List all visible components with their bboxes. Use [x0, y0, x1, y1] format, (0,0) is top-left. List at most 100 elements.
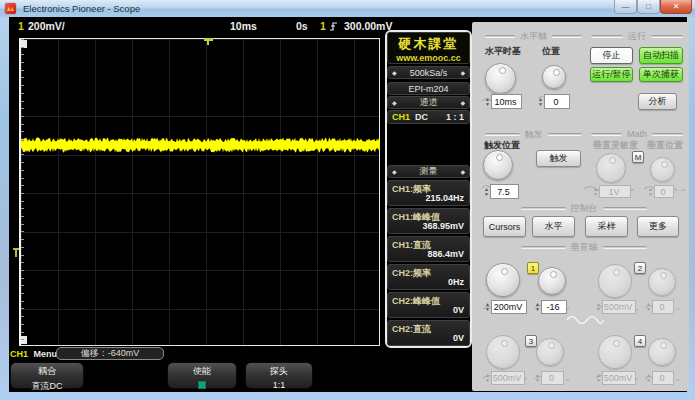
trigger-button[interactable]: 触发: [536, 150, 581, 167]
trigger-position-spinner[interactable]: ▲▼ 7.5: [483, 184, 519, 199]
timebase-spinner[interactable]: ▲▼ 10ms: [484, 94, 522, 109]
enable-button[interactable]: 使能: [167, 362, 237, 389]
measurement-label: CH2:直流: [392, 323, 431, 336]
ch4-position-value: 0: [652, 371, 674, 385]
enable-indicator-icon: [198, 381, 206, 389]
ch1-badge[interactable]: 1: [527, 262, 539, 274]
ch4-badge[interactable]: 4: [634, 335, 646, 347]
stop-button[interactable]: 停止: [590, 47, 633, 64]
ch2-scale-spinner[interactable]: ▲▼ 500mV: [595, 300, 636, 314]
math-sensitivity-knob[interactable]: [596, 153, 626, 183]
trigger-source-number: 1: [320, 20, 326, 32]
coupling-button[interactable]: 耦合 直流DC: [10, 362, 84, 389]
channel-status-row[interactable]: CH1 DC 1 : 1: [387, 110, 470, 124]
ch1-scale-spinner[interactable]: ▲▼ 200mV: [484, 300, 527, 314]
trigger-position-marker[interactable]: [204, 38, 213, 41]
next-channel-icon[interactable]: ◆: [460, 99, 465, 106]
minimize-button[interactable]: —: [614, 0, 637, 14]
ch2-scale-knob[interactable]: [598, 264, 632, 298]
math-position-spinner[interactable]: ▲▼ 0: [647, 185, 674, 198]
horizontal-button[interactable]: 水平: [532, 216, 575, 237]
measurement-ch1-vpp: CH1:峰峰值 368.95mV: [387, 208, 470, 234]
run-pause-button[interactable]: 运行/暂停: [590, 67, 633, 82]
increase-rate-icon[interactable]: ◆: [460, 69, 465, 76]
h-position-spinner[interactable]: ▲▼ 0: [537, 94, 570, 109]
measure-right-icon[interactable]: ◆: [460, 168, 465, 175]
menu-label: Menu: [34, 349, 58, 359]
trigger-position-knob[interactable]: [483, 150, 513, 180]
timebase-readout: 10ms: [230, 20, 257, 32]
ch2-position-knob[interactable]: [648, 268, 676, 296]
math-badge: M: [632, 151, 644, 163]
measurement-ch1-freq: CH1:频率 215.04Hz: [387, 180, 470, 206]
timebase-knob[interactable]: [485, 63, 516, 94]
sample-rate-row[interactable]: ◆ 500kSa/s ◆: [387, 66, 470, 79]
ch1-position-knob[interactable]: [538, 267, 566, 295]
h-position-knob[interactable]: [542, 65, 566, 89]
math-position-value: 0: [654, 185, 674, 198]
maximize-button[interactable]: □: [637, 0, 660, 14]
channel-header-label: 通道: [420, 96, 438, 109]
ch3-position-knob[interactable]: [536, 338, 564, 366]
title-bar[interactable]: Electronics Pioneer - Scope — □ ✕: [0, 0, 695, 17]
ch4-position-spinner[interactable]: ▲▼ 0: [645, 371, 674, 385]
ch1-scale-knob[interactable]: [486, 263, 520, 297]
sample-button[interactable]: 采样: [585, 216, 628, 237]
probe-button[interactable]: 探头 1:1: [245, 362, 313, 389]
ch1-offset-marker[interactable]: [13, 248, 19, 250]
measurement-ch2-dc: CH2:直流 0V: [387, 320, 470, 346]
ch3-scale-knob[interactable]: [486, 335, 520, 369]
ch1-position-value: -16: [541, 300, 567, 314]
math-sensitivity-spinner[interactable]: ▲▼ 1V: [592, 185, 631, 198]
ch3-position-value: 0: [541, 371, 564, 385]
math-sensitivity-label: 垂直灵敏度: [593, 139, 638, 152]
measurement-ch2-vpp: CH2:峰峰值 0V: [387, 292, 470, 318]
ch1-scale-value: 200mV: [491, 300, 527, 314]
app-logo-icon: [5, 3, 16, 14]
ch3-badge[interactable]: 3: [525, 335, 537, 347]
math-section-header: Math: [591, 130, 683, 138]
scope-display[interactable]: [19, 38, 380, 346]
ch2-badge[interactable]: 2: [634, 262, 646, 274]
ch3-scale-spinner[interactable]: ▲▼ 500mV: [484, 371, 525, 385]
channel-coupling: DC: [415, 112, 428, 122]
measurement-label: CH1:直流: [392, 239, 431, 252]
measure-left-icon[interactable]: ◆: [392, 168, 397, 175]
main-client-area: 1 200mV/ 10ms 0s 1 300.00mV 硬木課堂 www.emo…: [9, 17, 687, 392]
probe-value: 1:1: [246, 380, 312, 390]
sample-rate-value: 500kSa/s: [410, 68, 448, 78]
channel-header-row[interactable]: ◆ 通道 ◆: [387, 96, 470, 109]
ch2-position-spinner[interactable]: ▲▼ 0: [645, 300, 674, 314]
measurement-value: 886.4mV: [427, 249, 464, 259]
auto-scan-button[interactable]: 自动扫描: [639, 47, 683, 64]
close-button[interactable]: ✕: [660, 0, 692, 14]
brand-logo: 硬木課堂 www.emooc.cc: [387, 32, 470, 64]
prev-channel-icon[interactable]: ◆: [392, 99, 397, 106]
channel-probe-ratio: 1 : 1: [446, 112, 464, 122]
probe-label: 探头: [246, 365, 312, 378]
scope-sidebar: 硬木課堂 www.emooc.cc ◆ 500kSa/s ◆ EPI-m204 …: [385, 30, 472, 348]
ch1-number: 1: [18, 20, 24, 32]
measurement-label: CH2:频率: [392, 267, 431, 280]
single-capture-button[interactable]: 单次捕获: [639, 67, 683, 82]
channel-name: CH1: [392, 112, 410, 122]
ch3-position-spinner[interactable]: ▲▼ 0: [534, 371, 564, 385]
more-button[interactable]: 更多: [637, 216, 679, 237]
console-section-header: 控制台: [521, 204, 647, 212]
ch4-scale-spinner[interactable]: ▲▼ 500mV: [595, 371, 636, 385]
ch4-position-knob[interactable]: [648, 338, 676, 366]
analyze-button[interactable]: 分析: [638, 93, 677, 110]
math-position-knob[interactable]: [650, 157, 675, 182]
channel-menu-title: CH1 Menu: [10, 349, 57, 359]
ch1-scale-readout: 200mV/: [28, 20, 65, 32]
ch1-position-spinner[interactable]: ▲▼ -16: [534, 300, 567, 314]
ch1-trace: [21, 39, 380, 345]
decrease-rate-icon[interactable]: ◆: [392, 69, 397, 76]
measure-header-row[interactable]: ◆ 测量 ◆: [387, 165, 470, 178]
ch4-scale-knob[interactable]: [598, 335, 632, 369]
offset-value: 偏移：-640mV: [81, 347, 140, 360]
measurement-value: 0Hz: [448, 277, 464, 287]
ch2-position-value: 0: [652, 300, 674, 314]
cursors-button[interactable]: Cursors: [483, 216, 526, 237]
trigger-section-header: 触发: [485, 130, 582, 138]
